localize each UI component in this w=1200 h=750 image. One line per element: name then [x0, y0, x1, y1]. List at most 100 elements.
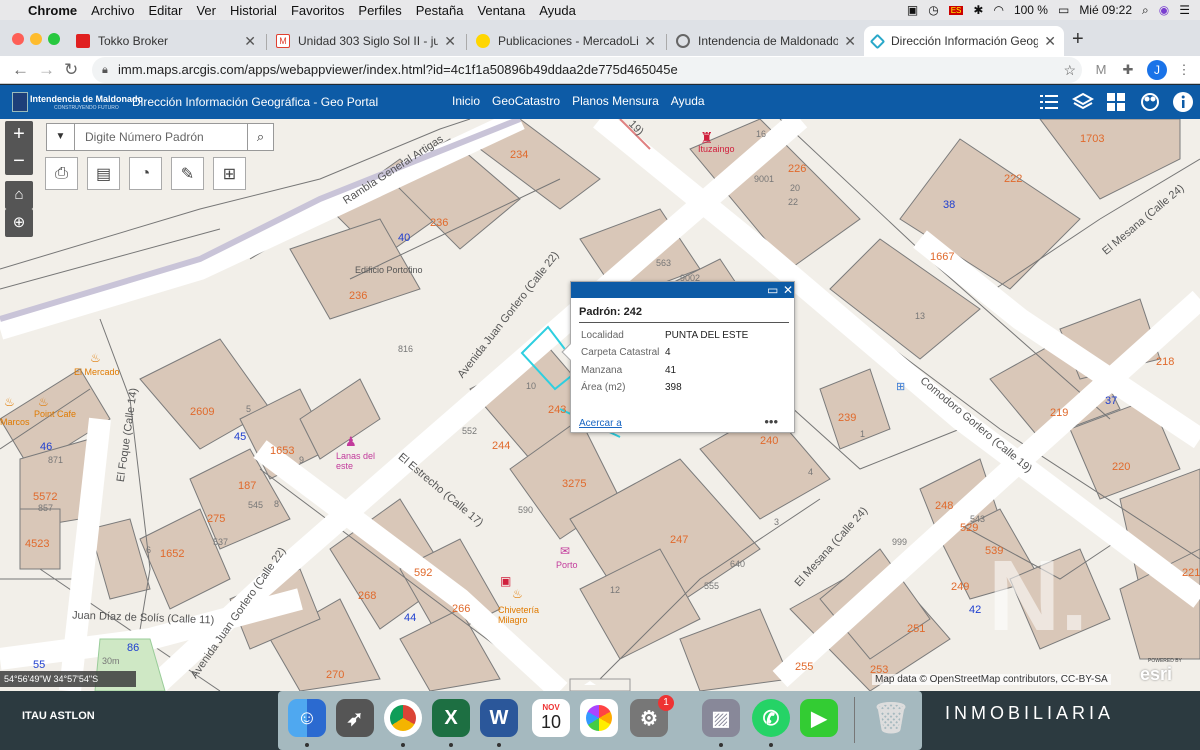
menu-ventana[interactable]: Ventana [477, 3, 525, 18]
preview-icon[interactable]: ▨ [702, 699, 740, 737]
print-button[interactable]: ⎙ [45, 157, 78, 190]
poi-label[interactable]: Ituzaingo [698, 144, 735, 154]
close-tab-icon[interactable]: ✕ [644, 33, 656, 50]
menu-app-name[interactable]: Chrome [28, 3, 77, 18]
tab-geo-portal[interactable]: Dirección Información Geográf ✕ [864, 26, 1064, 56]
facetime-icon[interactable]: ▶ [800, 699, 838, 737]
siri-icon[interactable]: ◉ [1159, 3, 1169, 17]
close-tab-icon[interactable]: ✕ [844, 33, 856, 50]
close-tab-icon[interactable]: ✕ [244, 33, 256, 50]
maximize-icon[interactable]: ▭ [767, 282, 778, 298]
chrome-menu-icon[interactable]: ⋮ [1175, 61, 1193, 79]
restaurant-marker-icon[interactable]: ♨ [4, 395, 15, 409]
shop-marker-icon[interactable]: ✉ [560, 544, 570, 558]
menu-favoritos[interactable]: Favoritos [291, 3, 344, 18]
select-tool-button[interactable]: ▤ [87, 157, 120, 190]
zoom-window-button[interactable] [48, 33, 60, 45]
poi-label[interactable]: Porto [556, 560, 578, 570]
locate-button[interactable]: ⊕ [5, 209, 33, 237]
search-source-dropdown[interactable]: ▼ [47, 124, 75, 150]
layers-icon[interactable] [1072, 91, 1094, 113]
bluetooth-icon[interactable]: ✱ [973, 3, 983, 17]
home-button[interactable]: ⌂ [5, 181, 33, 209]
minimize-window-button[interactable] [30, 33, 42, 45]
chrome-icon[interactable] [384, 699, 422, 737]
tab-tokko[interactable]: Tokko Broker ✕ [68, 26, 264, 56]
legend-list-icon[interactable] [1038, 91, 1060, 113]
nav-inicio[interactable]: Inicio [452, 94, 480, 108]
zoom-to-link[interactable]: Acercar a [579, 418, 622, 429]
extensions-puzzle-icon[interactable]: ✚ [1119, 61, 1137, 79]
poi-label[interactable]: El Mercado [74, 367, 120, 377]
nav-planos-mensura[interactable]: Planos Mensura [572, 94, 659, 108]
palette-icon[interactable] [1139, 91, 1161, 113]
launchpad-icon[interactable]: ➶ [336, 699, 374, 737]
clock[interactable]: Mié 09:22 [1079, 3, 1132, 17]
battery-icon[interactable]: ▭ [1058, 3, 1069, 17]
poi-label[interactable]: Lanas del este [336, 451, 376, 471]
esri-logo[interactable]: esri [1140, 664, 1172, 685]
whatsapp-icon[interactable]: ✆ [752, 699, 790, 737]
chart-tool-button[interactable]: ◔ [129, 157, 162, 190]
word-icon[interactable]: W [480, 699, 518, 737]
measure-button[interactable]: ✎ [171, 157, 204, 190]
restaurant-marker-icon[interactable]: ♨ [90, 351, 101, 365]
info-icon[interactable] [1172, 91, 1194, 113]
calendar-icon[interactable]: NOV 10 [532, 699, 570, 737]
basemap-gallery-icon[interactable] [1105, 91, 1127, 113]
nav-geocatastro[interactable]: GeoCatastro [492, 94, 560, 108]
close-window-button[interactable] [12, 33, 24, 45]
menu-ayuda[interactable]: Ayuda [539, 3, 576, 18]
tab-intendencia[interactable]: Intendencia de Maldonado - U ✕ [668, 26, 864, 56]
close-tab-icon[interactable]: ✕ [1044, 33, 1056, 50]
bookmark-star-icon[interactable]: ☆ [1063, 57, 1076, 83]
spotlight-icon[interactable]: ⌕ [1142, 3, 1149, 18]
store-marker-icon[interactable]: ▣ [500, 574, 511, 588]
more-actions-button[interactable]: ••• [764, 414, 778, 429]
poi-label[interactable]: Edificio Portofino [355, 265, 423, 275]
restaurant-marker-icon[interactable]: ♨ [38, 395, 49, 409]
wifi-icon[interactable]: ◠ [993, 3, 1003, 17]
zoom-out-button[interactable]: − [5, 148, 33, 175]
lock-icon[interactable]: 🔒︎ [102, 57, 108, 83]
flag-icon[interactable]: ES [948, 5, 964, 15]
trash-icon[interactable]: 🗑︎ [872, 699, 910, 737]
time-machine-icon[interactable]: ◷ [928, 3, 938, 17]
hotel-marker-icon[interactable]: ⊞ [896, 380, 905, 393]
map-attribution[interactable]: Map data © OpenStreetMap contributors, C… [872, 674, 1111, 685]
menu-historial[interactable]: Historial [230, 3, 277, 18]
excel-icon[interactable]: X [432, 699, 470, 737]
profile-avatar[interactable]: J [1147, 60, 1167, 80]
nav-ayuda[interactable]: Ayuda [671, 94, 705, 108]
menu-perfiles[interactable]: Perfiles [358, 3, 401, 18]
tab-mercadolibre[interactable]: Publicaciones - MercadoLibre ✕ [468, 26, 664, 56]
menu-editar[interactable]: Editar [148, 3, 182, 18]
clothing-marker-icon[interactable]: ♟ [345, 434, 357, 450]
cafe-marker-icon[interactable]: ♨ [512, 587, 523, 601]
gmail-extension-icon[interactable]: M [1092, 61, 1110, 79]
control-center-icon[interactable]: ☰ [1179, 3, 1190, 17]
back-icon[interactable]: ← [12, 60, 29, 80]
tab-gmail[interactable]: M Unidad 303 Siglo Sol II - juanc ✕ [268, 26, 464, 56]
close-icon[interactable]: ✕ [783, 282, 793, 298]
reload-icon[interactable]: ↻ [64, 60, 78, 80]
poi-label[interactable]: Marcos [0, 417, 30, 427]
url-field[interactable]: 🔒︎ imm.maps.arcgis.com/apps/webappviewer… [92, 57, 1082, 83]
widget-grid-button[interactable]: ⊞ [213, 157, 246, 190]
menu-pestana[interactable]: Pestaña [416, 3, 464, 18]
finder-icon[interactable]: ☺ [288, 699, 326, 737]
search-icon[interactable]: ⌕ [247, 124, 273, 150]
search-input[interactable]: Digite Número Padrón [75, 124, 247, 150]
forward-icon[interactable]: → [38, 60, 55, 80]
map-view[interactable]: 234 226 1703 222 236 236 40 38 1667 563 … [0, 119, 1200, 691]
message-icon[interactable]: ▣ [907, 3, 918, 17]
close-tab-icon[interactable]: ✕ [444, 33, 456, 50]
new-tab-button[interactable]: + [1072, 28, 1084, 51]
poi-label[interactable]: Chivetería Milagro [498, 605, 548, 625]
zoom-in-button[interactable]: + [5, 121, 33, 148]
menu-ver[interactable]: Ver [196, 3, 216, 18]
menu-archivo[interactable]: Archivo [91, 3, 134, 18]
photos-icon[interactable] [580, 699, 618, 737]
poi-label[interactable]: Point Cafe [34, 409, 76, 419]
intendencia-logo[interactable]: Intendencia de Maldonado CONSTRUYENDO FU… [12, 91, 143, 113]
